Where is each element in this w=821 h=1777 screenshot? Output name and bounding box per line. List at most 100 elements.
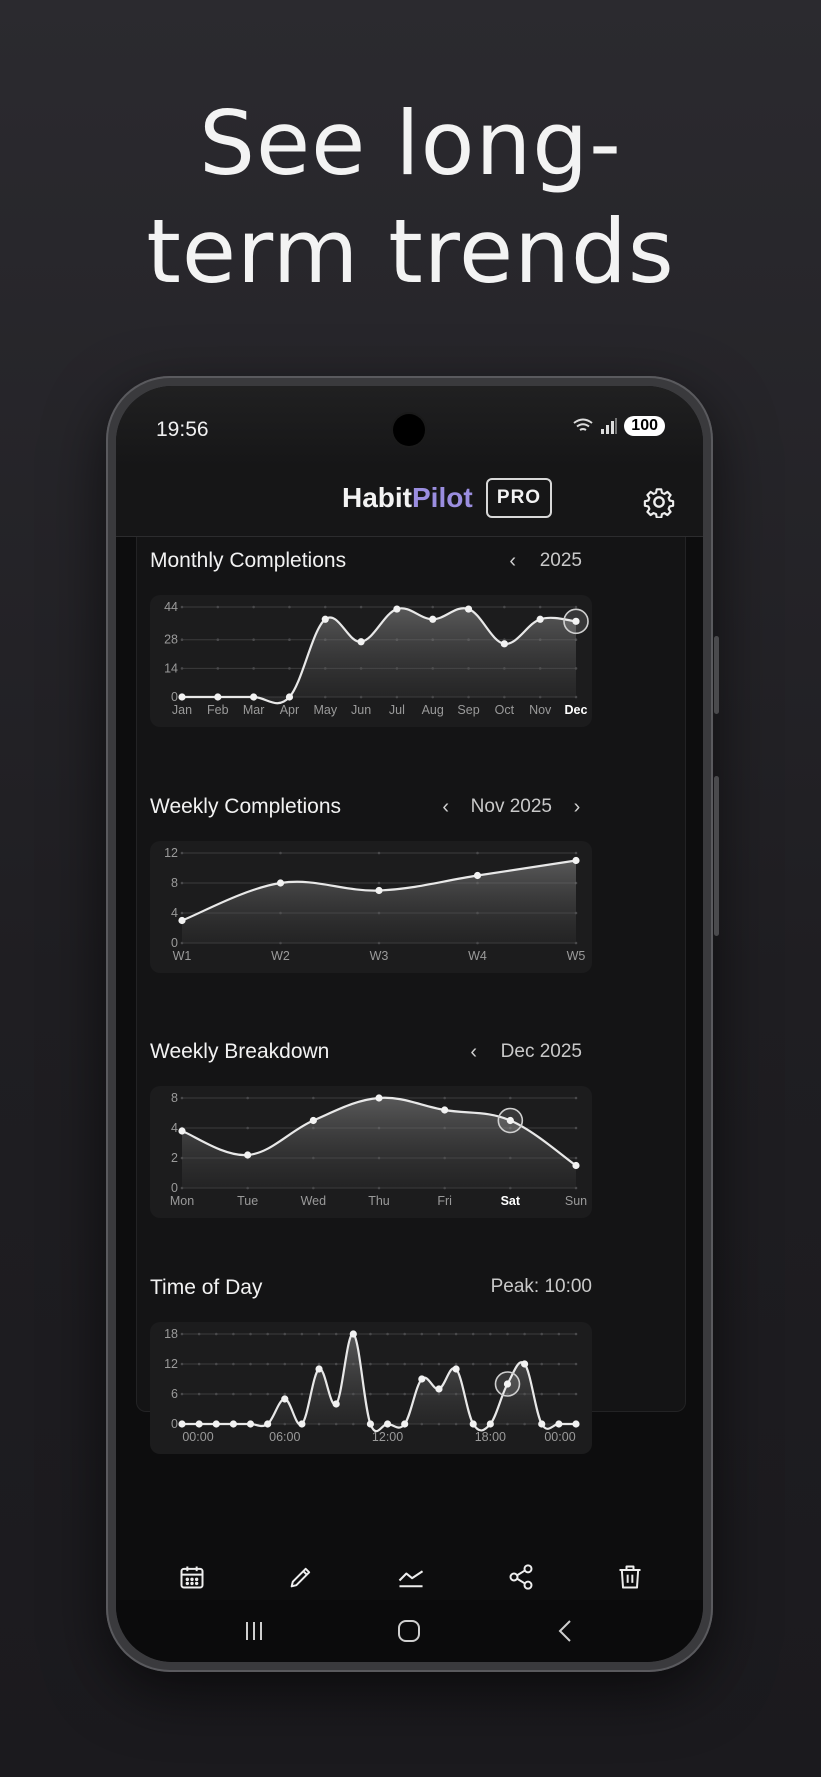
grid-dot — [574, 1126, 578, 1130]
grid-dot — [403, 1332, 406, 1336]
data-point[interactable] — [349, 1330, 357, 1338]
timeofday-chart-svg: 0 6 12 18 00:00 06:00 12:00 18:00 00:00 — [164, 1327, 580, 1444]
data-point[interactable] — [285, 693, 294, 701]
grid-dot — [283, 1392, 287, 1396]
data-point[interactable] — [178, 1127, 186, 1135]
data-point[interactable] — [281, 1395, 289, 1403]
data-point[interactable] — [572, 1420, 580, 1428]
data-point[interactable] — [435, 1385, 443, 1393]
data-point[interactable] — [441, 1106, 449, 1114]
breakdown-period: Dec 2025 — [500, 1041, 582, 1062]
grid-dot — [252, 638, 255, 642]
data-point[interactable] — [366, 1420, 375, 1428]
power-button — [714, 636, 719, 714]
timeofday-title: Time of Day — [150, 1276, 263, 1299]
chevron-left-icon[interactable]: ‹ — [498, 549, 528, 573]
gear-icon[interactable] — [643, 486, 675, 518]
grid-dot — [214, 1332, 218, 1336]
grid-dot — [437, 1362, 441, 1366]
brand-main: Habit — [342, 482, 412, 513]
back-button[interactable] — [535, 1611, 595, 1651]
data-point[interactable] — [555, 1420, 563, 1428]
grid-dot — [540, 1332, 544, 1336]
grid-dot — [180, 1096, 184, 1100]
y-tick-label: 8 — [171, 1091, 178, 1105]
content-area[interactable]: Monthly Completions ‹ 2025 0 14 28 44 Jan Feb… — [136, 537, 686, 1590]
grid-dot — [180, 1332, 184, 1336]
data-point[interactable] — [452, 1365, 460, 1373]
y-tick-label: 0 — [171, 1417, 178, 1431]
chevron-left-icon[interactable]: ‹ — [459, 1040, 489, 1064]
brand-accent: Pilot — [412, 482, 473, 513]
data-point[interactable] — [309, 1116, 317, 1125]
data-point[interactable] — [375, 886, 383, 895]
chevron-left-icon[interactable]: ‹ — [431, 795, 461, 819]
home-button[interactable] — [379, 1611, 439, 1651]
data-point[interactable] — [418, 1375, 426, 1383]
grid-dot — [249, 1362, 252, 1366]
data-point[interactable] — [315, 1365, 323, 1373]
data-point[interactable] — [469, 1420, 477, 1428]
status-time: 19:56 — [156, 418, 209, 441]
data-point[interactable] — [214, 693, 222, 701]
data-point[interactable] — [572, 1161, 580, 1170]
recent-apps-button[interactable] — [224, 1611, 284, 1651]
grid-dot — [317, 1362, 321, 1366]
data-point[interactable] — [212, 1420, 220, 1428]
data-point[interactable] — [229, 1420, 237, 1428]
grid-dot — [420, 1362, 424, 1366]
data-point[interactable] — [195, 1420, 203, 1428]
data-point[interactable] — [321, 615, 329, 623]
data-point[interactable] — [178, 1420, 186, 1428]
data-point[interactable] — [464, 605, 473, 613]
data-point[interactable] — [536, 615, 544, 623]
data-point[interactable] — [401, 1420, 409, 1428]
x-tick-label: W3 — [370, 949, 389, 963]
data-point[interactable] — [393, 605, 401, 613]
pro-badge[interactable]: PRO — [486, 478, 552, 518]
x-tick-label: Mar — [243, 703, 265, 717]
data-point[interactable] — [332, 1400, 340, 1408]
timeofday-chart: 0 6 12 18 00:00 06:00 12:00 18:00 00:00 — [150, 1322, 592, 1454]
data-point[interactable] — [486, 1420, 494, 1428]
grid-dot — [574, 1156, 578, 1160]
grid-dot — [252, 605, 255, 609]
grid-dot — [266, 1392, 269, 1396]
x-tick-label: W5 — [567, 949, 586, 963]
x-tick-label: Apr — [280, 703, 299, 717]
grid-dot — [489, 1392, 492, 1396]
grid-dot — [266, 1332, 269, 1336]
data-point[interactable] — [250, 693, 258, 701]
data-point[interactable] — [298, 1420, 306, 1428]
grid-dot — [454, 1362, 458, 1366]
data-point[interactable] — [244, 1151, 252, 1159]
grid-dot — [216, 605, 220, 609]
data-point[interactable] — [276, 879, 285, 887]
data-point[interactable] — [264, 1420, 272, 1428]
data-point[interactable] — [473, 871, 482, 880]
timeofday-peak: Peak: 10:00 — [491, 1276, 592, 1298]
data-point[interactable] — [178, 693, 186, 701]
grid-dot — [180, 638, 184, 642]
data-point[interactable] — [383, 1420, 392, 1428]
chevron-right-icon[interactable]: › — [562, 795, 592, 819]
grid-dot — [216, 667, 220, 670]
x-tick-label: Jul — [389, 703, 405, 717]
x-tick-label: Tue — [237, 1194, 258, 1208]
monthly-chart: 0 14 28 44 Jan Feb Mar Apr May Jun Jul Aug Sep Oct Nov… — [150, 595, 592, 727]
data-point[interactable] — [246, 1420, 255, 1428]
data-point[interactable] — [429, 615, 437, 623]
data-point[interactable] — [500, 640, 508, 648]
y-tick-label: 28 — [164, 633, 178, 647]
data-point[interactable] — [572, 856, 580, 865]
volume-button — [714, 776, 719, 936]
grid-dot — [489, 1362, 492, 1366]
data-point[interactable] — [538, 1420, 546, 1428]
grid-dot — [266, 1362, 269, 1366]
y-tick-label: 18 — [164, 1327, 178, 1341]
data-point[interactable] — [357, 638, 365, 646]
data-point[interactable] — [375, 1094, 383, 1102]
grid-dot — [288, 638, 291, 642]
data-point[interactable] — [521, 1360, 529, 1368]
data-point[interactable] — [178, 916, 186, 925]
